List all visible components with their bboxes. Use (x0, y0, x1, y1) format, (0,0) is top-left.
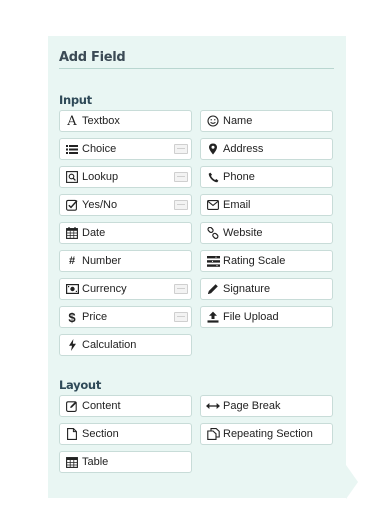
field-label: File Upload (223, 311, 279, 323)
field-label: Page Break (223, 400, 281, 412)
field-yes-no[interactable]: Yes/No (59, 194, 192, 216)
field-label: Number (82, 255, 122, 267)
field-label: Calculation (82, 339, 137, 351)
field-options-icon[interactable] (174, 172, 188, 182)
phone-icon (206, 170, 220, 184)
pen-icon (206, 282, 220, 296)
field-label: Table (82, 456, 109, 468)
field-label: Lookup (82, 171, 119, 183)
section-label-layout: Layout (59, 378, 102, 392)
field-number[interactable]: # Number (59, 250, 192, 272)
edit-icon (65, 399, 79, 413)
field-label: Currency (82, 283, 127, 295)
field-lookup[interactable]: Lookup (59, 166, 192, 188)
field-label: Email (223, 199, 251, 211)
field-file-upload[interactable]: File Upload (200, 306, 333, 328)
field-price[interactable]: $ Price (59, 306, 192, 328)
field-currency[interactable]: Currency (59, 278, 192, 300)
calendar-icon (65, 226, 79, 240)
field-choice[interactable]: Choice (59, 138, 192, 160)
field-label: Phone (223, 171, 255, 183)
field-phone[interactable]: Phone (200, 166, 333, 188)
field-label: Date (82, 227, 106, 239)
field-page-break[interactable]: Page Break (200, 395, 333, 417)
document-icon (65, 427, 79, 441)
field-label: Website (223, 227, 263, 239)
field-label: Yes/No (82, 199, 118, 211)
field-label: Rating Scale (223, 255, 286, 267)
field-label: Address (223, 143, 264, 155)
smiley-icon (206, 114, 220, 128)
field-content[interactable]: Content (59, 395, 192, 417)
field-rating-scale[interactable]: Rating Scale (200, 250, 333, 272)
field-table[interactable]: Table (59, 451, 192, 473)
field-address[interactable]: Address (200, 138, 333, 160)
bolt-icon (65, 338, 79, 352)
envelope-icon (206, 198, 220, 212)
field-signature[interactable]: Signature (200, 278, 333, 300)
field-repeating-section[interactable]: Repeating Section (200, 423, 333, 445)
field-label: Content (82, 400, 121, 412)
field-label: Signature (223, 283, 271, 295)
field-section[interactable]: Section (59, 423, 192, 445)
field-label: Name (223, 115, 253, 127)
section-label-input: Input (59, 93, 92, 107)
panel-title: Add Field (59, 50, 126, 65)
repeating-section-icon (206, 427, 220, 441)
field-name[interactable]: Name (200, 110, 333, 132)
field-label: Section (82, 428, 119, 440)
hash-icon: # (68, 255, 76, 267)
field-label: Textbox (82, 115, 120, 127)
title-divider (59, 68, 334, 69)
field-date[interactable]: Date (59, 222, 192, 244)
upload-icon (206, 310, 220, 324)
field-textbox[interactable]: A Textbox (59, 110, 192, 132)
link-icon (206, 226, 220, 240)
list-icon (65, 142, 79, 156)
field-label: Choice (82, 143, 117, 155)
field-options-icon[interactable] (174, 200, 188, 210)
textbox-icon: A (67, 113, 77, 129)
dollar-icon: $ (68, 309, 76, 325)
lookup-icon (65, 170, 79, 184)
field-calculation[interactable]: Calculation (59, 334, 192, 356)
field-email[interactable]: Email (200, 194, 333, 216)
field-options-icon[interactable] (174, 144, 188, 154)
rating-scale-icon (206, 254, 220, 268)
table-icon (65, 455, 79, 469)
arrows-horizontal-icon (206, 399, 220, 413)
field-label: Repeating Section (223, 428, 313, 440)
field-options-icon[interactable] (174, 312, 188, 322)
checkbox-icon (65, 198, 79, 212)
money-icon (65, 282, 79, 296)
field-website[interactable]: Website (200, 222, 333, 244)
field-options-icon[interactable] (174, 284, 188, 294)
panel-pointer (346, 465, 358, 499)
field-label: Price (82, 311, 108, 323)
map-pin-icon (206, 142, 220, 156)
